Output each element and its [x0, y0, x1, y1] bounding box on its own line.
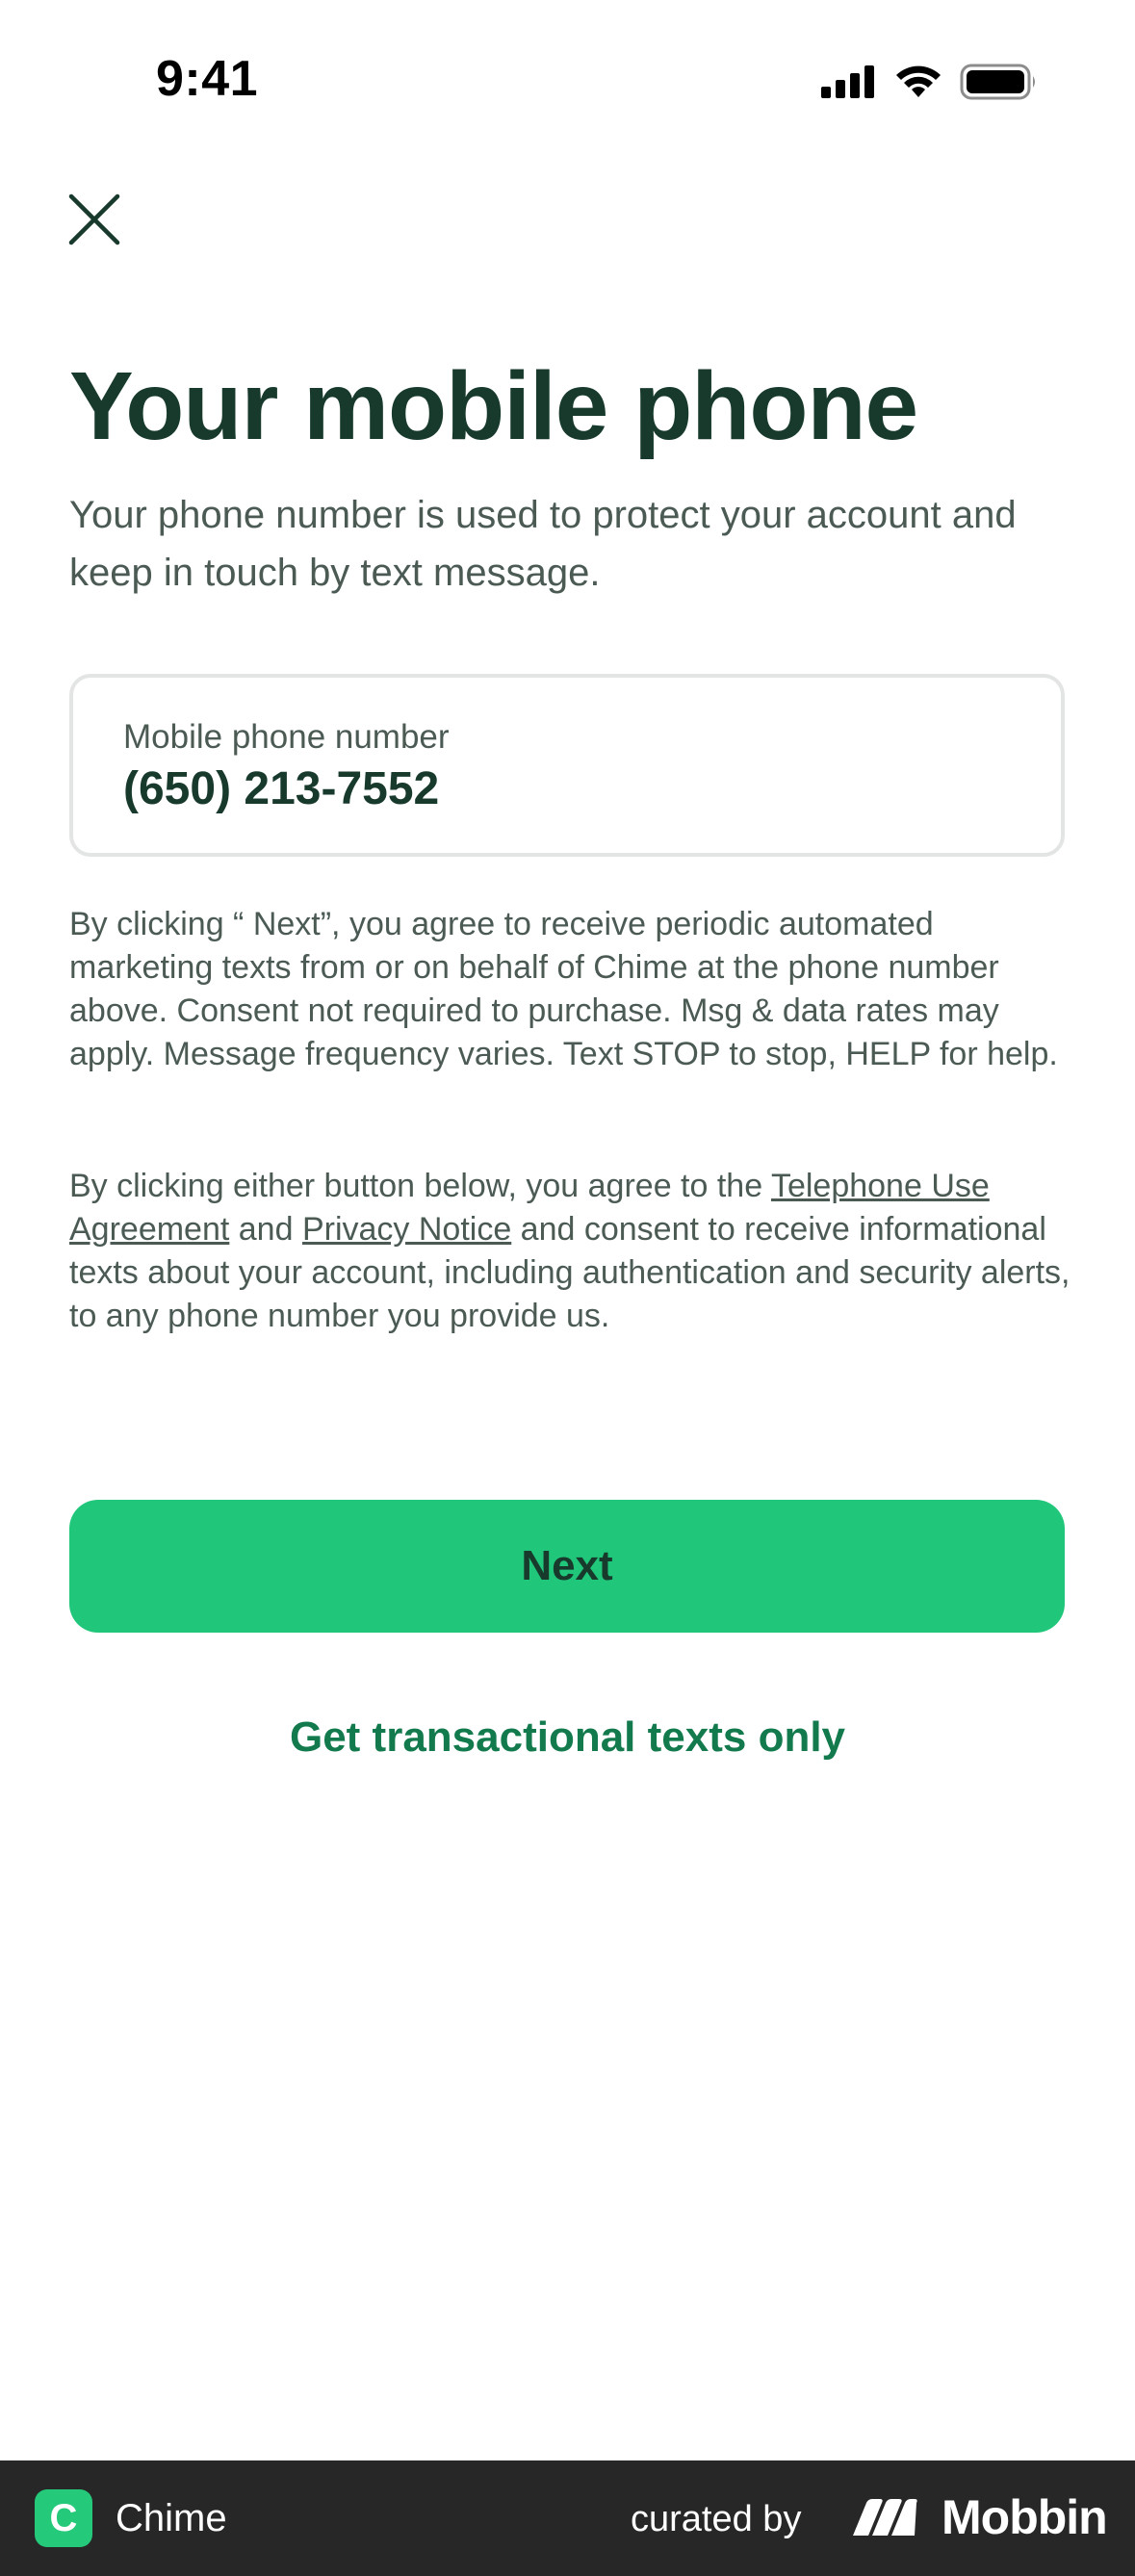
- terms-and: and: [229, 1211, 302, 1248]
- marketing-disclaimer: By clicking “ Next”, you agree to receiv…: [69, 906, 1058, 1072]
- footer-bar: C Chime curated by Mobbin: [0, 2460, 1135, 2576]
- chime-app-icon: C: [35, 2489, 92, 2547]
- battery-icon: [960, 64, 1035, 100]
- transactional-texts-only-link[interactable]: Get transactional texts only: [0, 1713, 1135, 1762]
- mobbin-logo-icon: [853, 2499, 917, 2536]
- status-icons: [821, 64, 1039, 100]
- phone-number-field[interactable]: Mobile phone number: [69, 674, 1065, 857]
- privacy-notice-link[interactable]: Privacy Notice: [302, 1211, 511, 1248]
- signal-icon: [821, 65, 874, 98]
- page-title: Your mobile phone: [69, 352, 918, 460]
- page-subtitle: Your phone number is used to protect you…: [69, 494, 1017, 594]
- terms-prefix: By clicking either button below, you agr…: [69, 1168, 771, 1204]
- phone-number-label: Mobile phone number: [123, 718, 450, 756]
- footer-curated-by: curated by: [631, 2499, 802, 2539]
- status-bar: 9:41: [0, 0, 1135, 164]
- phone-number-input[interactable]: [123, 762, 990, 815]
- chime-app-icon-letter: C: [49, 2496, 78, 2539]
- next-button[interactable]: Next: [69, 1500, 1065, 1633]
- footer-brand: Mobbin: [942, 2490, 1108, 2544]
- close-icon: [68, 193, 120, 245]
- terms-disclaimer: By clicking either button below, you agr…: [69, 1165, 1080, 1338]
- wifi-icon: [896, 65, 941, 97]
- footer-app-name: Chime: [116, 2497, 227, 2539]
- status-time: 9:41: [156, 51, 259, 107]
- close-button[interactable]: [60, 185, 129, 254]
